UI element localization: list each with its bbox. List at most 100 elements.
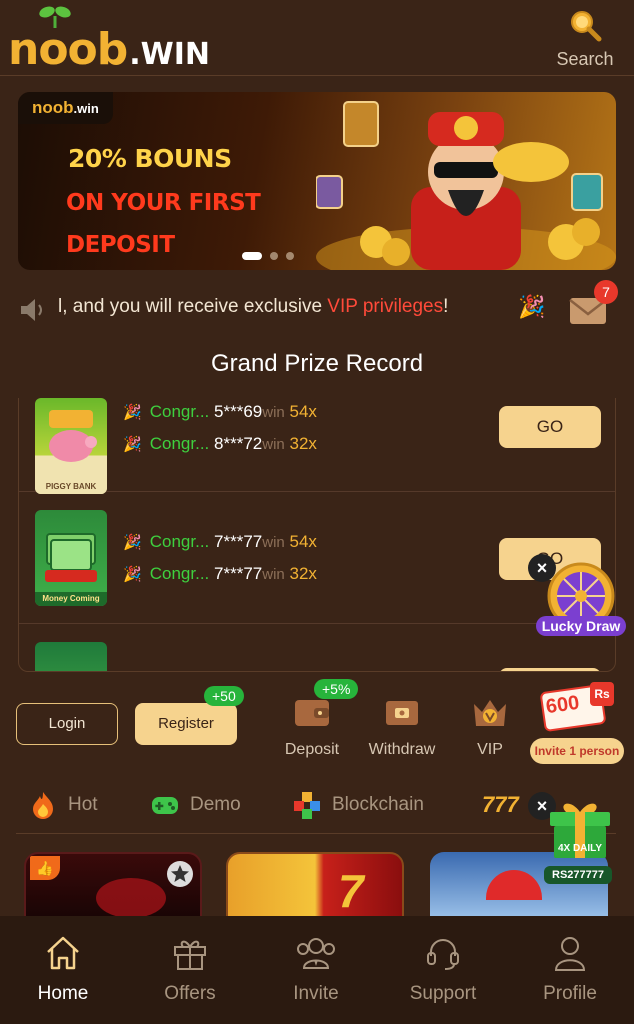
game-card[interactable]: 7 [226,852,404,918]
win-word: win [262,534,285,551]
withdraw-action[interactable]: Withdraw [360,690,444,759]
prize-row: Money Coming 🎉 Congr... 7***77win 54x 🎉 … [19,492,615,624]
invite-person-label[interactable]: Invite 1 person [530,738,624,764]
cubes-icon [294,792,320,819]
announcement-text: l, and you will receive exclusive VIP pr… [58,296,448,318]
promo-banner[interactable]: noob.win 20% BOUNS ON YOUR FIRST DEPOSIT [18,92,616,270]
vip-action[interactable]: VIP [448,690,532,759]
mail-count-badge: 7 [594,280,618,304]
banner-brand-suffix: .win [73,101,99,116]
nav-home[interactable]: Home [8,934,118,1005]
game-thumbnail[interactable]: PIGGY BANK [35,398,107,494]
go-button[interactable] [499,668,601,671]
confetti-icon: 🎉 [123,566,142,583]
win-multiplier: 54x [289,402,317,421]
user-icon [554,937,586,971]
carousel-dot[interactable] [270,252,278,260]
logo-suffix: .WIN [129,37,211,72]
register-button[interactable]: Register [135,703,237,745]
vip-label: VIP [477,741,503,758]
win-multiplier: 32x [289,564,317,583]
invite-reward-widget[interactable]: 600 Rs [536,680,620,736]
banner-subline-2: DEPOSIT [66,232,175,258]
win-user: 7***77 [214,564,263,583]
lucky-draw-label[interactable]: Lucky Draw [536,616,626,636]
tab-label: Hot [68,794,98,815]
confetti-icon: 🎉 [123,436,142,453]
tab-label: Blockchain [332,794,424,815]
deposit-label: Deposit [284,741,340,758]
search-button[interactable]: Search [550,8,620,69]
withdraw-ticket-icon [386,701,418,725]
gift-icon [174,940,206,970]
register-bonus-badge: +50 [204,686,244,706]
tab-blockchain[interactable]: Blockchain [292,790,424,820]
banner-headline: 20% BOUNS [68,144,232,173]
game-card-art: 7 [338,865,364,917]
daily-reward-amount: RS277777 [544,866,612,884]
login-button[interactable]: Login [16,703,118,745]
prize-record-list[interactable]: PIGGY BANK 🎉 Congr... 5***69win 54x 🎉 Co… [18,398,616,672]
game-card[interactable] [430,852,608,918]
nav-offers[interactable]: Offers [135,934,245,1005]
win-multiplier: 54x [289,532,317,551]
win-congrats: Congr... [149,434,210,453]
announcement-highlight: VIP privileges [327,296,444,317]
money-stack-icon [45,533,97,582]
invite-amount: 600 [544,691,581,719]
logo-text: noob [8,24,128,75]
search-label: Search [556,49,614,69]
announcement-text-end: ! [443,296,449,317]
nav-label: Invite [293,983,339,1004]
withdraw-label: Withdraw [368,741,436,758]
win-entry: 🎉 Congr... 5***69win 54x [123,402,317,422]
fortune-god-illustration [316,101,616,270]
carousel-indicator [242,252,294,260]
wallet-icon [295,700,329,726]
announcement-text-start: l, and you will receive exclusive [58,296,328,317]
nav-invite[interactable]: Invite [261,934,371,1005]
tab-hot[interactable]: Hot [28,790,98,820]
win-user: 5***69 [214,402,263,421]
game-card[interactable]: 👍 [24,852,202,918]
home-icon [47,936,79,970]
prize-row: PIGGY BANK 🎉 Congr... 5***69win 54x 🎉 Co… [19,398,615,494]
brand-logo[interactable]: noob .WIN [8,6,210,72]
users-icon [297,938,335,969]
win-congrats: Congr... [149,564,210,583]
confetti-icon: 🎉 [123,534,142,551]
carousel-dot[interactable] [242,252,262,260]
win-multiplier: 32x [289,434,317,453]
slots-777-icon[interactable]: 777 [482,792,519,818]
search-icon [571,11,602,42]
sprout-icon [39,6,71,28]
nav-label: Profile [543,983,597,1004]
game-thumbnail[interactable]: Money Coming [35,510,107,606]
nav-support[interactable]: Support [388,934,498,1005]
deposit-action[interactable]: Deposit [270,690,354,759]
win-word: win [262,566,285,583]
confetti-icon: 🎉 [123,404,142,421]
fire-icon [33,792,53,819]
daily-multiplier-label: 4X DAILY [557,843,603,854]
game-card-art [96,878,166,916]
go-button[interactable]: GO [499,406,601,448]
win-word: win [262,436,285,453]
prize-record-title: Grand Prize Record [210,350,424,377]
tab-demo[interactable]: Demo [150,790,241,820]
banner-subline-1: ON YOUR FIRST [66,190,261,216]
nav-profile[interactable]: Profile [515,934,625,1005]
party-popper-icon: 🎉 [518,294,546,319]
vip-crown-icon [474,700,506,726]
win-word: win [262,404,285,421]
win-congrats: Congr... [149,532,210,551]
game-thumbnail[interactable] [35,642,107,671]
carousel-dot[interactable] [286,252,294,260]
tab-label: Demo [190,794,241,815]
headset-icon [427,939,459,970]
win-congrats: Congr... [149,402,210,421]
announcement-marquee[interactable]: l, and you will receive exclusive VIP pr… [18,280,618,334]
favorite-star-icon[interactable] [166,860,194,888]
rupee-tag: Rs [590,682,614,706]
nav-label: Support [409,983,477,1004]
